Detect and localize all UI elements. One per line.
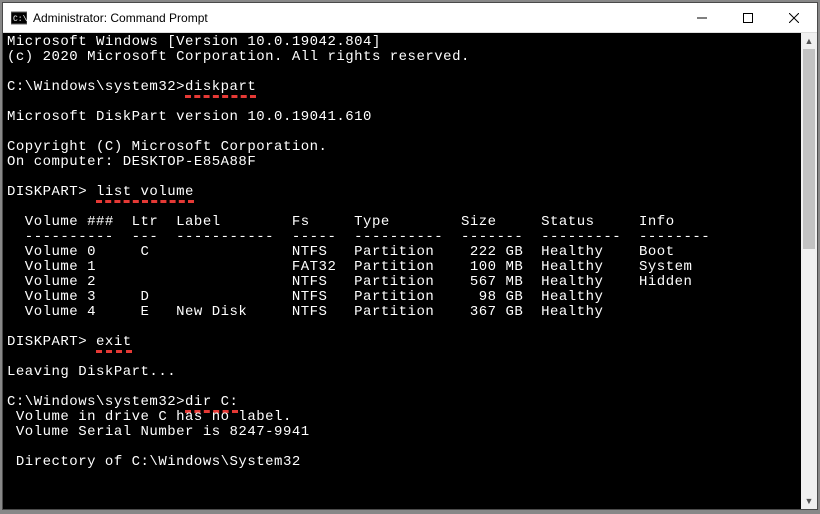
scroll-up-arrow-icon[interactable]: ▲ — [801, 33, 817, 49]
cmd-diskpart: diskpart — [185, 79, 256, 98]
maximize-button[interactable] — [725, 3, 771, 33]
output-line: Volume Serial Number is 8247-9941 — [7, 424, 310, 440]
prompt: DISKPART> — [7, 334, 96, 350]
output-line: Leaving DiskPart... — [7, 364, 176, 380]
terminal-output[interactable]: Microsoft Windows [Version 10.0.19042.80… — [3, 33, 801, 509]
table-row: Volume 4 E New Disk NTFS Partition 367 G… — [7, 304, 603, 320]
command-prompt-window: C:\ Administrator: Command Prompt Micros… — [2, 2, 818, 510]
table-row: Volume 3 D NTFS Partition 98 GB Healthy — [7, 289, 603, 305]
prompt: DISKPART> — [7, 184, 96, 200]
prompt: C:\Windows\system32> — [7, 79, 185, 95]
table-row: Volume 2 NTFS Partition 567 MB Healthy H… — [7, 274, 692, 290]
svg-text:C:\: C:\ — [13, 15, 27, 24]
cmd-icon: C:\ — [11, 10, 27, 26]
output-line: Microsoft Windows [Version 10.0.19042.80… — [7, 34, 381, 50]
output-line: (c) 2020 Microsoft Corporation. All righ… — [7, 49, 470, 65]
output-line: Volume in drive C has no label. — [7, 409, 292, 425]
minimize-button[interactable] — [679, 3, 725, 33]
table-divider: ---------- --- ----------- ----- -------… — [7, 229, 710, 245]
output-line: Copyright (C) Microsoft Corporation. — [7, 139, 327, 155]
titlebar[interactable]: C:\ Administrator: Command Prompt — [3, 3, 817, 33]
table-header: Volume ### Ltr Label Fs Type Size Status… — [7, 214, 675, 230]
cmd-exit: exit — [96, 334, 132, 353]
table-row: Volume 0 C NTFS Partition 222 GB Healthy… — [7, 244, 675, 260]
vertical-scrollbar[interactable]: ▲ ▼ — [801, 33, 817, 509]
terminal-area: Microsoft Windows [Version 10.0.19042.80… — [3, 33, 817, 509]
output-line: Directory of C:\Windows\System32 — [7, 454, 301, 470]
table-row: Volume 1 FAT32 Partition 100 MB Healthy … — [7, 259, 692, 275]
close-button[interactable] — [771, 3, 817, 33]
scrollbar-thumb[interactable] — [803, 49, 815, 249]
scroll-down-arrow-icon[interactable]: ▼ — [801, 493, 817, 509]
output-line: On computer: DESKTOP-E85A88F — [7, 154, 256, 170]
prompt: C:\Windows\system32> — [7, 394, 185, 410]
cmd-list-volume: list volume — [96, 184, 194, 203]
window-title: Administrator: Command Prompt — [33, 11, 208, 25]
output-line: Microsoft DiskPart version 10.0.19041.61… — [7, 109, 372, 125]
